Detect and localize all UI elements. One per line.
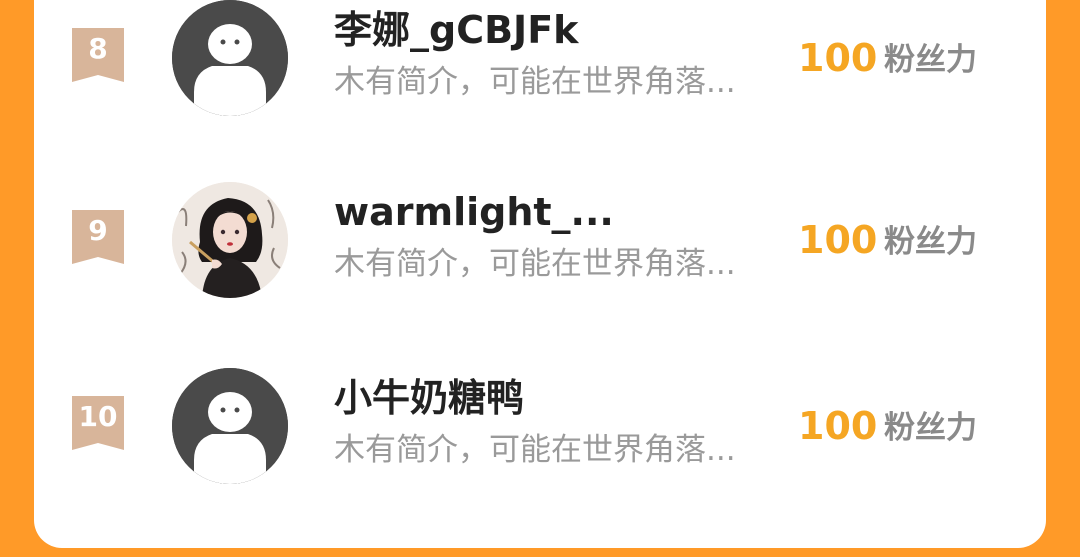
rank-badge: 10 — [72, 396, 124, 452]
user-name[interactable]: 小牛奶糖鸭 — [334, 374, 524, 422]
user-bio: 木有简介，可能在世界角落... — [334, 432, 736, 468]
user-name[interactable]: warmlight_... — [334, 188, 614, 236]
score-label: 粉丝力 — [884, 224, 977, 260]
rank-number: 9 — [88, 214, 108, 247]
user-bio: 木有简介，可能在世界角落... — [334, 64, 736, 100]
default-avatar-icon — [172, 368, 288, 484]
photo-avatar — [172, 182, 288, 298]
score-value: 100 — [798, 218, 878, 262]
rank-number: 10 — [78, 400, 118, 433]
rank-badge: 8 — [72, 28, 124, 84]
avatar[interactable] — [172, 0, 288, 116]
default-avatar-icon — [172, 0, 288, 116]
score-value: 100 — [798, 404, 878, 448]
score-label: 粉丝力 — [884, 410, 977, 446]
leaderboard-card: 8 李娜_gCBJFk 木有简介，可能在世界角落... 100 粉丝力 9 wa… — [34, 0, 1046, 548]
avatar[interactable] — [172, 182, 288, 298]
avatar[interactable] — [172, 368, 288, 484]
user-name[interactable]: 李娜_gCBJFk — [334, 6, 578, 54]
leaderboard-row[interactable]: 9 warmlight_... 木有简介，可能在世界角落... 100 粉丝力 — [34, 182, 1046, 322]
leaderboard-row[interactable]: 8 李娜_gCBJFk 木有简介，可能在世界角落... 100 粉丝力 — [34, 0, 1046, 140]
leaderboard-row[interactable]: 10 小牛奶糖鸭 木有简介，可能在世界角落... 100 粉丝力 — [34, 368, 1046, 508]
rank-number: 8 — [88, 32, 108, 65]
rank-badge: 9 — [72, 210, 124, 266]
user-bio: 木有简介，可能在世界角落... — [334, 246, 736, 282]
score-value: 100 — [798, 36, 878, 80]
score-label: 粉丝力 — [884, 42, 977, 78]
